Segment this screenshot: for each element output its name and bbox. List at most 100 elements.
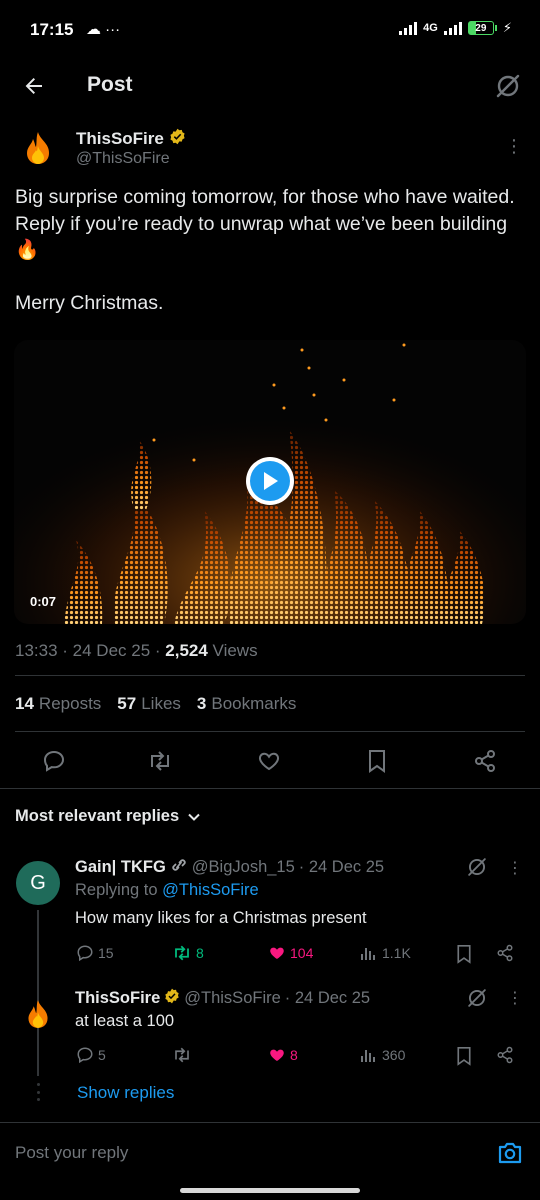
reply-date: · 24 Dec 25: [298, 858, 385, 876]
grok-icon[interactable]: [465, 986, 489, 1010]
replies-sort-label: Most relevant replies: [15, 807, 180, 825]
bookmark-icon[interactable]: [455, 1046, 473, 1066]
reposts-count: 14: [15, 694, 34, 713]
bookmark-icon[interactable]: [364, 748, 390, 774]
grok-icon[interactable]: [492, 70, 524, 102]
network-type: 4G: [423, 22, 438, 34]
replying-to-handle[interactable]: @ThisSoFire: [162, 881, 259, 899]
replies-sort-dropdown[interactable]: Most relevant replies: [15, 807, 201, 826]
reply-author-name[interactable]: Gain| TKFG: [75, 858, 166, 877]
page-title: Post: [87, 73, 133, 96]
reply-like-action[interactable]: 104: [268, 944, 313, 962]
reply-icon[interactable]: [41, 748, 67, 774]
show-replies-link[interactable]: Show replies: [77, 1083, 174, 1103]
reply-like-action[interactable]: 8: [268, 1046, 298, 1064]
like-filled-icon: [270, 947, 284, 959]
reply-comment-action[interactable]: 15: [76, 944, 114, 962]
share-icon[interactable]: [472, 748, 498, 774]
replying-to: Replying to @ThisSoFire: [75, 881, 259, 900]
replying-prefix: Replying to: [75, 881, 158, 899]
reply-views-action[interactable]: 1.1K: [360, 944, 411, 962]
divider: [15, 731, 525, 732]
grok-icon[interactable]: [465, 855, 489, 879]
views-count: 2,524: [165, 641, 208, 660]
reply-date: · 24 Dec 25: [284, 989, 371, 1007]
likes-stat[interactable]: 57 Likes: [117, 694, 181, 714]
views-count: 360: [382, 1047, 406, 1063]
like-count: 8: [290, 1047, 298, 1063]
reply-text: at least a 100: [75, 1012, 175, 1030]
repost-icon: [175, 945, 189, 961]
comment-count: 5: [98, 1047, 106, 1063]
notification-icons: ☁ ···: [86, 21, 121, 38]
likes-label: Likes: [141, 694, 181, 713]
share-icon[interactable]: [496, 1046, 514, 1064]
avatar-letter: G: [30, 871, 46, 894]
top-bar: Post: [0, 60, 540, 112]
author-name-text: ThisSoFire: [76, 129, 164, 148]
reply-input[interactable]: Post your reply: [15, 1143, 128, 1163]
back-arrow-icon[interactable]: [18, 70, 50, 102]
battery-level: 29: [475, 22, 487, 34]
link-icon: [170, 858, 188, 877]
more-options-icon[interactable]: ⋮: [504, 134, 524, 158]
signal-icon: [399, 21, 418, 35]
reply-views-action[interactable]: 360: [360, 1046, 405, 1064]
divider: [15, 675, 525, 676]
camera-icon[interactable]: [496, 1139, 524, 1167]
reposts-stat[interactable]: 14 Reposts: [15, 694, 101, 714]
reply-text: How many likes for a Christmas present: [75, 909, 367, 927]
reply-repost-action[interactable]: [172, 1046, 196, 1064]
charging-icon: ⚡: [502, 20, 512, 35]
reply-author-handle[interactable]: @ThisSoFire: [184, 989, 281, 1008]
bookmarks-count: 3: [196, 694, 207, 713]
likes-count: 57: [117, 694, 137, 713]
thread-line: [37, 1038, 39, 1076]
repost-icon: [175, 1047, 189, 1063]
views-count: 1.1K: [382, 945, 411, 961]
author-avatar[interactable]: [18, 128, 58, 168]
status-time: 17:15: [30, 20, 74, 39]
reply-author-name[interactable]: ThisSoFire: [75, 989, 160, 1008]
post-date: 24 Dec 25: [72, 641, 151, 660]
reply-icon: [77, 945, 93, 962]
more-options-icon[interactable]: ⋮: [507, 986, 523, 1010]
home-indicator[interactable]: [180, 1188, 360, 1193]
status-right: 4G 29 ⚡: [399, 20, 512, 36]
like-filled-icon: [270, 1049, 284, 1061]
post-text: Big surprise coming tomorrow, for those …: [15, 186, 515, 314]
views-icon: [361, 948, 375, 960]
signal-icon-2: [443, 21, 462, 35]
avatar[interactable]: [16, 992, 60, 1036]
reply-comment-action[interactable]: 5: [76, 1046, 106, 1064]
repost-icon[interactable]: [147, 748, 173, 774]
views-icon: [361, 1050, 375, 1062]
post-actions: [0, 740, 540, 780]
bookmark-icon[interactable]: [455, 944, 473, 964]
reply-header: Gain| TKFG @BigJosh_15 · 24 Dec 25: [75, 858, 384, 877]
repost-count: 8: [196, 945, 204, 961]
avatar[interactable]: G: [16, 861, 60, 905]
like-icon[interactable]: [256, 748, 282, 774]
reply-author-handle[interactable]: @BigJosh_15: [192, 858, 295, 877]
post-stats: 14 Reposts 57 Likes 3 Bookmarks: [15, 694, 296, 714]
thread-dots-icon: [35, 1083, 41, 1101]
reply-composer: Post your reply: [0, 1122, 540, 1182]
post-time: 13:33: [15, 641, 58, 660]
post-author: ThisSoFire @ThisSoFire ⋮: [0, 122, 540, 178]
post-video[interactable]: 0:07: [14, 340, 526, 624]
more-options-icon[interactable]: ⋮: [507, 856, 523, 880]
divider: [0, 788, 540, 789]
bookmarks-label: Bookmarks: [211, 694, 297, 713]
author-name[interactable]: ThisSoFire: [76, 128, 186, 150]
bookmarks-stat[interactable]: 3 Bookmarks: [197, 694, 297, 714]
play-button-icon[interactable]: [246, 457, 294, 505]
chevron-down-icon: [188, 813, 200, 821]
views-label: Views: [212, 641, 258, 660]
status-bar: 17:15 ☁ ··· 4G 29 ⚡: [0, 0, 540, 60]
author-handle[interactable]: @ThisSoFire: [76, 150, 170, 168]
share-icon[interactable]: [496, 944, 514, 962]
reply-repost-action[interactable]: 8: [172, 944, 204, 962]
reposts-label: Reposts: [38, 694, 102, 713]
post-meta: 13:33 · 24 Dec 25 · 2,524 Views: [15, 641, 258, 660]
